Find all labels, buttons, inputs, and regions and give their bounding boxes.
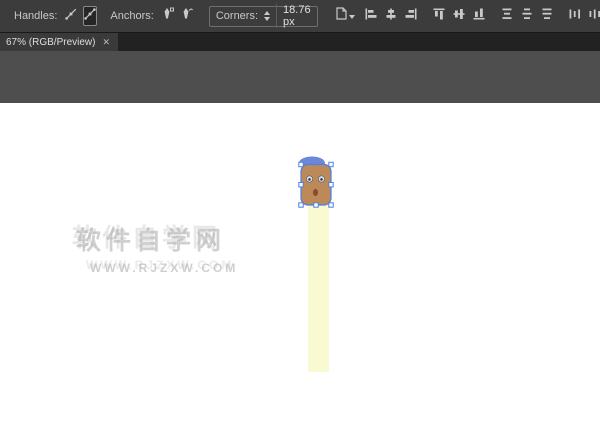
character-head-shape[interactable] <box>301 165 331 206</box>
align-vertical-group <box>431 7 488 25</box>
handle-display-selected-button[interactable] <box>83 6 97 26</box>
document-tab[interactable]: 67% (RGB/Preview) ✕ <box>0 33 118 51</box>
distribute-left-icon <box>569 7 581 25</box>
handle-display-icon <box>65 7 77 25</box>
distribute-bottom-button[interactable] <box>539 7 556 25</box>
document-tab-title: 67% (RGB/Preview) <box>6 37 95 48</box>
corners-stepper[interactable] <box>264 11 270 21</box>
document-setup-dropdown[interactable] <box>333 5 358 27</box>
align-bottom-button[interactable] <box>471 7 488 25</box>
character-body-shape[interactable] <box>308 204 329 372</box>
align-left-button[interactable] <box>363 7 380 25</box>
align-controls <box>363 7 600 25</box>
selection-anchor[interactable] <box>329 183 333 187</box>
handle-display-selected-icon <box>84 7 96 25</box>
selection-anchor[interactable] <box>329 162 333 166</box>
distribute-v-center-button[interactable] <box>519 7 536 25</box>
character-pupil-right <box>320 178 323 181</box>
distribute-top-icon <box>501 7 513 25</box>
distribute-h-center-button[interactable] <box>587 7 600 25</box>
chevron-down-icon <box>349 15 355 19</box>
tab-close-icon[interactable]: ✕ <box>102 38 110 47</box>
character-pupil-left <box>308 178 311 181</box>
distribute-top-button[interactable] <box>499 7 516 25</box>
distribute-left-button[interactable] <box>567 7 584 25</box>
align-objects-group <box>363 7 420 25</box>
align-right-button[interactable] <box>403 7 420 25</box>
convert-to-smooth-button[interactable] <box>180 6 194 26</box>
convert-to-corner-button[interactable] <box>161 6 175 26</box>
anchors-label: Anchors: <box>110 10 153 22</box>
artboard-canvas[interactable]: 软件自学网 WWW.RJZXW.COM <box>0 103 600 435</box>
distribute-bottom-icon <box>541 7 553 25</box>
stepper-up-icon[interactable] <box>264 11 270 15</box>
document-setup-icon <box>336 7 347 25</box>
align-h-center-button[interactable] <box>383 7 400 25</box>
selection-anchor[interactable] <box>299 183 303 187</box>
corners-label: Corners: <box>216 10 258 22</box>
pasteboard[interactable] <box>0 51 600 103</box>
distribute-h-center-icon <box>589 7 600 25</box>
selection-anchor[interactable] <box>329 203 333 207</box>
selection-anchor[interactable] <box>299 203 303 207</box>
corners-control[interactable]: Corners: 18.76 px <box>209 6 318 27</box>
align-top-icon <box>433 7 445 25</box>
distribute-vertical-group <box>499 7 556 25</box>
align-top-button[interactable] <box>431 7 448 25</box>
handles-label: Handles: <box>14 10 57 22</box>
character-mouth-shape <box>313 189 318 196</box>
handle-display-button[interactable] <box>64 6 78 26</box>
selection-anchor[interactable] <box>314 203 318 207</box>
align-h-center-icon <box>385 7 397 25</box>
align-left-icon <box>365 7 377 25</box>
align-bottom-icon <box>473 7 485 25</box>
distribute-v-center-icon <box>521 7 533 25</box>
align-v-center-button[interactable] <box>451 7 468 25</box>
align-right-icon <box>405 7 417 25</box>
distribute-horizontal-group <box>567 7 600 25</box>
convert-to-corner-icon <box>162 7 174 25</box>
align-v-center-icon <box>453 7 465 25</box>
control-bar: Handles: Anchors: Corners: <box>0 0 600 33</box>
corners-value-field[interactable]: 18.76 px <box>276 4 311 28</box>
illustrator-window: Handles: Anchors: Corners: <box>0 0 600 435</box>
selection-anchor[interactable] <box>299 162 303 166</box>
stepper-down-icon[interactable] <box>264 17 270 21</box>
convert-to-smooth-icon <box>181 7 193 25</box>
character-artwork[interactable] <box>0 103 600 435</box>
document-tab-bar: 67% (RGB/Preview) ✕ <box>0 33 600 51</box>
